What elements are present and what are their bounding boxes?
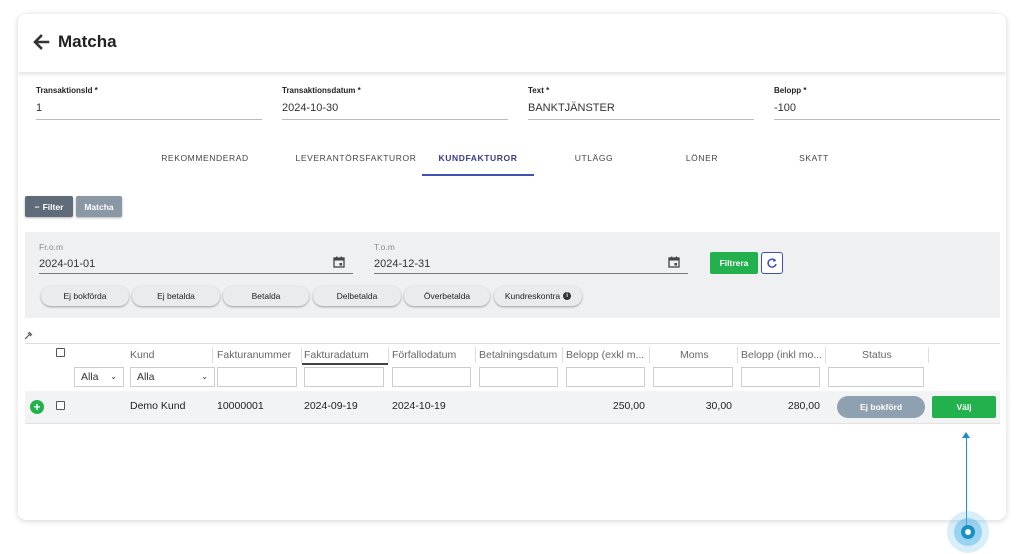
page-title: Matcha <box>58 32 117 51</box>
select-all-checkbox[interactable] <box>56 348 65 357</box>
from-date-field[interactable]: Fr.o.m 2024-01-01 <box>39 240 353 274</box>
calendar-icon[interactable] <box>333 256 345 268</box>
chip-betalda[interactable]: Betalda <box>223 286 309 306</box>
cell-fakturanummer: 10000001 <box>217 400 264 412</box>
minus-icon: − <box>34 201 40 212</box>
tab-leverantorsfakturor[interactable]: LEVERANTÖRSFAKTUROR <box>288 150 424 176</box>
filter-input-belopp-exkl[interactable] <box>566 367 645 387</box>
info-icon: i <box>563 292 572 300</box>
to-date-label: T.o.m <box>374 242 395 252</box>
transaktionsid-field[interactable]: TransaktionsId * 1 <box>36 86 262 120</box>
field-value: 2024-10-30 <box>282 102 339 114</box>
field-label: Text * <box>528 86 550 95</box>
cell-belopp-inkl: 280,00 <box>787 400 820 412</box>
filter-select-kund[interactable]: Alla ⌄ <box>130 367 215 387</box>
cell-fakturadatum: 2024-09-19 <box>304 400 358 412</box>
tab-skatt[interactable]: SKATT <box>776 150 852 176</box>
from-date-value: 2024-01-01 <box>39 258 96 270</box>
from-date-label: Fr.o.m <box>39 242 64 252</box>
chevron-down-icon: ⌄ <box>110 372 117 381</box>
transaktionsdatum-field[interactable]: Transaktionsdatum * 2024-10-30 <box>282 86 508 120</box>
col-header-betalningsdatum[interactable]: Betalningsdatum <box>479 349 561 361</box>
expand-row-icon[interactable]: + <box>30 400 44 414</box>
filter-input-status[interactable] <box>828 367 924 387</box>
col-header-fakturanummer[interactable]: Fakturanummer <box>217 349 301 361</box>
tab-loner[interactable]: LÖNER <box>664 150 740 176</box>
col-header-belopp-exkl[interactable]: Belopp (exkl m... <box>566 349 648 361</box>
tab-kundfakturor[interactable]: KUNDFAKTUROR <box>422 150 534 176</box>
filter-input-moms[interactable] <box>653 367 733 387</box>
filtrera-button[interactable]: Filtrera <box>710 252 758 274</box>
column-divider <box>825 347 826 363</box>
refresh-button[interactable] <box>761 252 783 274</box>
text-field[interactable]: Text * BANKTJÄNSTER <box>528 86 754 120</box>
match-dialog: Matcha TransaktionsId * 1 Transaktionsda… <box>18 14 1006 520</box>
cell-belopp-exkl: 250,00 <box>612 400 645 412</box>
filter-input-fakturadatum[interactable] <box>304 367 384 387</box>
status-badge: Ej bokförd <box>837 396 925 418</box>
tab-bar: REKOMMENDERAD LEVERANTÖRSFAKTUROR KUNDFA… <box>152 150 852 176</box>
pointer-arrow-icon <box>962 432 970 438</box>
column-divider <box>388 347 389 363</box>
col-header-belopp-inkl[interactable]: Belopp (inkl mo... <box>741 349 825 361</box>
filter-toggle-button[interactable]: − Filter <box>25 196 73 217</box>
filter-input-forfallodatum[interactable] <box>392 367 471 387</box>
filter-input-betalningsdatum[interactable] <box>479 367 558 387</box>
col-header-kund[interactable]: Kund <box>130 349 155 361</box>
column-divider <box>475 347 476 363</box>
filter-input-fakturanummer[interactable] <box>217 367 297 387</box>
belopp-field[interactable]: Belopp * -100 <box>774 86 1000 120</box>
matcha-button[interactable]: Matcha <box>76 196 122 217</box>
filter-panel: Fr.o.m 2024-01-01 T.o.m 2024-12-31 Filtr… <box>25 232 1000 318</box>
pin-icon[interactable] <box>24 330 34 340</box>
column-divider <box>212 347 213 363</box>
arrow-left-icon[interactable] <box>32 32 50 52</box>
select-value: Alla <box>137 371 155 383</box>
cell-moms: 30,00 <box>705 400 732 412</box>
refresh-icon <box>767 258 777 268</box>
row-checkbox[interactable] <box>56 401 65 410</box>
page-header: Matcha <box>18 14 1006 72</box>
filter-input-belopp-inkl[interactable] <box>741 367 820 387</box>
field-label: TransaktionsId * <box>36 86 98 95</box>
field-value: -100 <box>774 102 797 114</box>
click-indicator-dot <box>965 529 971 535</box>
valj-button[interactable]: Välj <box>932 396 996 418</box>
column-divider <box>649 347 650 363</box>
tab-utlagg[interactable]: UTLÄGG <box>554 150 634 176</box>
field-value: BANKTJÄNSTER <box>528 102 615 114</box>
filter-button-label: Filter <box>42 201 64 212</box>
table-header: Kund Fakturanummer Fakturadatum Förfallo… <box>25 343 1000 365</box>
to-date-value: 2024-12-31 <box>374 258 431 270</box>
to-date-field[interactable]: T.o.m 2024-12-31 <box>374 240 688 274</box>
column-divider <box>737 347 738 363</box>
chip-kundreskontra[interactable]: Kundreskontra i <box>494 286 582 306</box>
cell-kund: Demo Kund <box>130 400 186 412</box>
field-label: Belopp * <box>774 86 807 95</box>
column-divider <box>928 347 929 363</box>
field-label: Transaktionsdatum * <box>282 86 361 95</box>
col-header-status[interactable]: Status <box>862 349 892 361</box>
chip-overbetalda[interactable]: Överbetalda <box>404 286 490 306</box>
select-value: Alla <box>81 371 99 383</box>
table-row[interactable]: + Demo Kund 10000001 2024-09-19 2024-10-… <box>25 391 1000 424</box>
col-header-moms[interactable]: Moms <box>680 349 709 361</box>
chip-ej-betalda[interactable]: Ej betalda <box>132 286 220 306</box>
column-divider <box>301 347 302 363</box>
table-filter-row: Alla ⌄ Alla ⌄ <box>25 365 1000 389</box>
chip-delbetalda[interactable]: Delbetalda <box>313 286 401 306</box>
filter-select-status[interactable]: Alla ⌄ <box>74 367 124 387</box>
col-header-fakturadatum[interactable]: Fakturadatum <box>304 349 369 361</box>
chevron-down-icon: ⌄ <box>201 372 208 381</box>
field-value: 1 <box>36 102 43 114</box>
cell-forfallodatum: 2024-10-19 <box>392 400 446 412</box>
col-header-forfallodatum[interactable]: Förfallodatum <box>392 349 456 361</box>
chip-label: Kundreskontra <box>504 291 561 301</box>
tab-rekommenderad[interactable]: REKOMMENDERAD <box>152 150 258 176</box>
chip-ej-bokforda[interactable]: Ej bokförda <box>41 286 129 306</box>
calendar-icon[interactable] <box>668 256 680 268</box>
column-divider <box>562 347 563 363</box>
